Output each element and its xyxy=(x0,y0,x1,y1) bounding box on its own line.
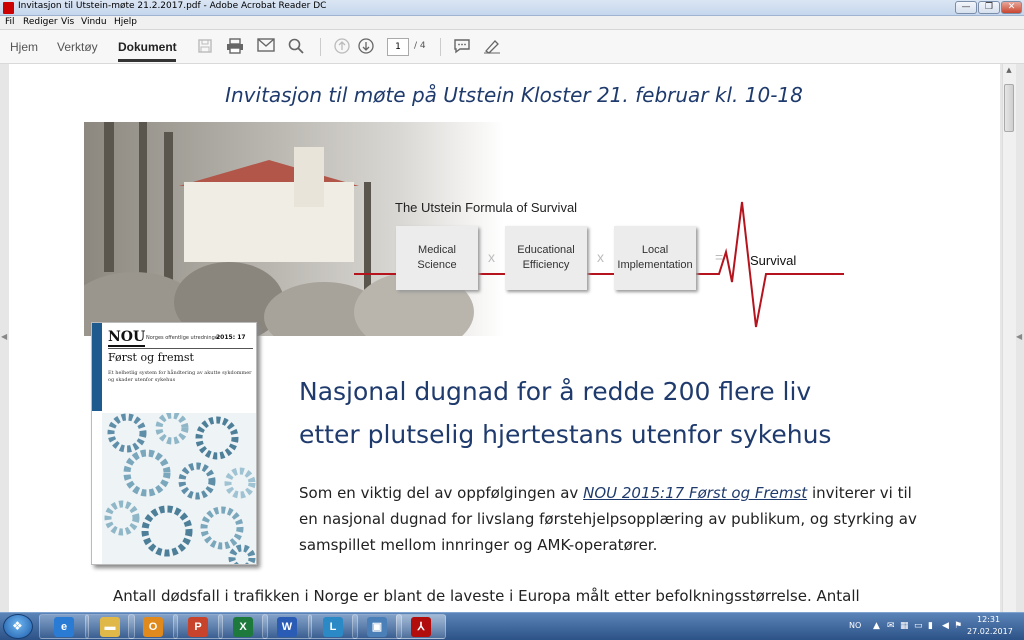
toolbar: Hjem Verktøy Dokument 1 / 4 xyxy=(0,30,1024,64)
paragraph-text: inviterer vi til xyxy=(811,484,912,502)
windows-logo-icon: ❖ xyxy=(12,619,23,633)
formula-box-local-implementation: Local Implementation xyxy=(614,226,696,290)
language-indicator[interactable]: NO xyxy=(849,621,861,630)
cover-title: Først og fremst xyxy=(108,351,194,364)
paragraph-line-4: Antall dødsfall i trafikken i Norge er b… xyxy=(113,587,860,605)
menu-vis[interactable]: Vis xyxy=(61,17,74,27)
start-button[interactable]: ❖ xyxy=(3,614,33,639)
menu-fil[interactable]: Fil xyxy=(5,17,15,27)
print-icon[interactable] xyxy=(226,38,244,56)
formula-box-medical-science: Medical Science xyxy=(396,226,478,290)
tray-network-icon[interactable]: ▦ xyxy=(900,621,909,631)
clock-time[interactable]: 12:31 xyxy=(977,615,1000,624)
taskbar-outlook-button[interactable]: O xyxy=(128,614,178,639)
utstein-banner: The Utstein Formula of Survival Medical S… xyxy=(84,122,844,336)
taskbar-excel-button[interactable]: X xyxy=(218,614,268,639)
cover-series: Norges offentlige utredninger xyxy=(146,335,220,341)
word-icon: W xyxy=(277,616,297,637)
page-total: / 4 xyxy=(414,41,426,51)
search-icon[interactable] xyxy=(287,38,305,56)
taskbar-remote-button[interactable]: ▣ xyxy=(352,614,402,639)
formula-result: Survival xyxy=(750,253,797,268)
outlook-icon: O xyxy=(143,616,163,637)
powerpoint-icon: P xyxy=(188,616,208,637)
nou-report-cover: NOU Norges offentlige utredninger 2015: … xyxy=(91,322,257,565)
taskbar-lync-button[interactable]: L xyxy=(308,614,358,639)
explorer-icon: ▬ xyxy=(100,616,120,637)
pen-icon[interactable] xyxy=(483,38,501,56)
toolbar-separator xyxy=(320,38,321,56)
tray-volume-icon[interactable]: ◀ xyxy=(942,621,949,631)
formula-box-line: Science xyxy=(417,259,457,271)
formula-box-line: Medical xyxy=(418,244,456,256)
maximize-button[interactable]: ❐ xyxy=(978,1,1000,14)
ie-icon: e xyxy=(54,616,74,637)
page-down-icon[interactable] xyxy=(357,38,375,56)
pdf-page: Invitasjon til møte på Utstein Kloster 2… xyxy=(9,64,1000,612)
close-button[interactable]: ✕ xyxy=(1001,1,1022,14)
formula-box-line: Educational xyxy=(517,244,575,256)
scroll-up-icon[interactable]: ▲ xyxy=(1003,66,1015,76)
tab-verktoy[interactable]: Verktøy xyxy=(57,40,98,54)
tray-expand-icon[interactable]: ▲ xyxy=(873,621,880,631)
save-icon[interactable] xyxy=(196,38,214,56)
tray-flag-icon[interactable]: ⚑ xyxy=(954,621,962,631)
clock-date[interactable]: 27.02.2017 xyxy=(967,627,1013,636)
taskbar-powerpoint-button[interactable]: P xyxy=(173,614,223,639)
nou-link[interactable]: NOU 2015:17 Først og Fremst xyxy=(583,484,807,502)
acrobat-app-icon xyxy=(3,2,14,14)
tab-dokument[interactable]: Dokument xyxy=(118,40,177,54)
paragraph-line-3: samspillet mellom innringer og AMK-opera… xyxy=(299,536,658,554)
paragraph-text: Som en viktig del av oppfølgingen av xyxy=(299,484,579,502)
acrobat-icon: ⅄ xyxy=(411,616,431,637)
heading-line-1: Nasjonal dugnad for å redde 200 flere li… xyxy=(299,377,812,406)
taskbar-word-button[interactable]: W xyxy=(262,614,312,639)
cover-rule xyxy=(108,348,253,349)
tab-hjem[interactable]: Hjem xyxy=(10,40,38,54)
page-number-input[interactable]: 1 xyxy=(387,38,409,56)
active-tab-indicator xyxy=(118,59,176,62)
menu-bar xyxy=(0,16,1024,30)
menu-vindu[interactable]: Vindu xyxy=(81,17,107,27)
page-up-icon[interactable] xyxy=(333,38,351,56)
paragraph-line-1: Som en viktig del av oppfølgingen av NOU… xyxy=(299,484,912,502)
comment-icon[interactable] xyxy=(453,38,471,56)
toolbar-separator xyxy=(440,38,441,56)
tray-power-icon[interactable]: ▮ xyxy=(928,621,933,631)
formula-times-operator: x xyxy=(488,249,495,265)
minimize-button[interactable]: — xyxy=(955,1,977,14)
cover-number: 2015: 17 xyxy=(216,334,246,341)
tray-message-icon[interactable]: ✉ xyxy=(887,621,895,631)
formula-equals-operator: = xyxy=(715,249,724,265)
document-viewer[interactable]: ◀ Invitasjon til møte på Utstein Kloster… xyxy=(0,64,1024,612)
cover-stripe xyxy=(92,323,102,411)
taskbar-acrobat-button[interactable]: ⅄ xyxy=(396,614,446,639)
scrollbar-thumb[interactable] xyxy=(1004,84,1014,132)
collapse-left-pane-icon[interactable]: ◀ xyxy=(1,332,7,341)
formula-box-line: Efficiency xyxy=(522,259,570,271)
formula-box-line: Local xyxy=(641,244,669,256)
document-title: Invitasjon til møte på Utstein Kloster 2… xyxy=(225,83,803,107)
menu-hjelp[interactable]: Hjelp xyxy=(114,17,137,27)
paragraph-line-2: en nasjonal dugnad for livslang førstehj… xyxy=(299,510,917,528)
cover-subtitle: Et helhetlig system for håndtering av ak… xyxy=(108,370,252,383)
email-icon[interactable] xyxy=(257,38,275,56)
vertical-scrollbar[interactable] xyxy=(1002,64,1016,612)
menu-rediger[interactable]: Rediger xyxy=(23,17,58,27)
gears-illustration xyxy=(102,413,256,564)
formula-times-operator: x xyxy=(597,249,604,265)
window-title: Invitasjon til Utstein-møte 21.2.2017.pd… xyxy=(18,1,327,11)
formula-box-line: Implementation xyxy=(617,259,693,271)
collapse-right-pane-icon[interactable]: ◀ xyxy=(1016,332,1022,341)
formula-box-educational-efficiency: Educational Efficiency xyxy=(505,226,587,290)
taskbar-ie-button[interactable]: e xyxy=(39,614,89,639)
remote-icon: ▣ xyxy=(367,616,387,637)
title-bar: Invitasjon til Utstein-møte 21.2.2017.pd… xyxy=(0,0,1024,16)
formula-title: The Utstein Formula of Survival xyxy=(395,200,578,215)
cover-nou-logo: NOU xyxy=(108,329,146,347)
excel-icon: X xyxy=(233,616,253,637)
heading-line-2: etter plutselig hjertestans utenfor syke… xyxy=(299,420,832,449)
tray-devices-icon[interactable]: ▭ xyxy=(914,621,923,631)
lync-icon: L xyxy=(323,616,343,637)
